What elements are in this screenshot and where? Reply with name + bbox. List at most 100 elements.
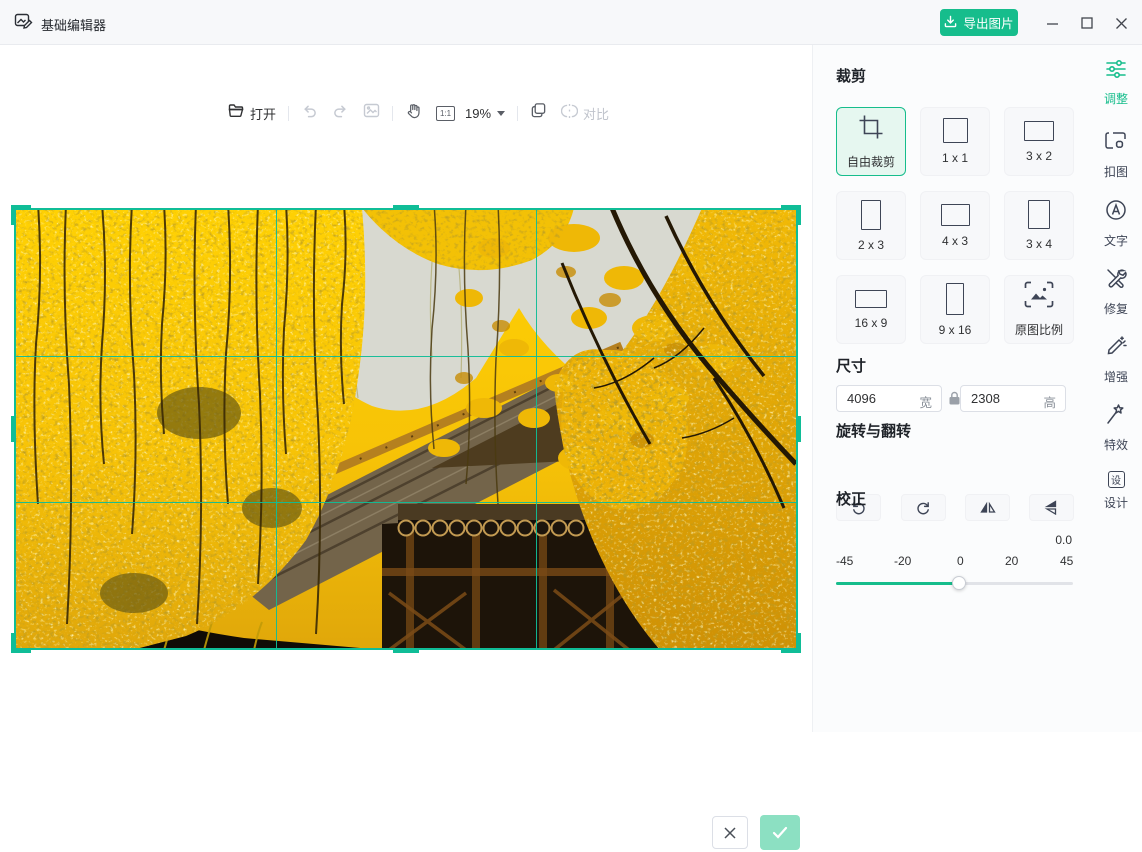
crop-grid-line <box>16 356 796 357</box>
ratio-button-2x3[interactable]: 2 x 3 <box>836 191 906 260</box>
straighten-value: 0.0 <box>1055 533 1072 547</box>
minimize-icon[interactable] <box>1040 11 1064 35</box>
width-field: 宽 <box>836 385 942 412</box>
rotate-right-button[interactable] <box>901 494 946 521</box>
image-placeholder-icon[interactable] <box>363 103 380 123</box>
landscape-ratio-icon <box>1024 121 1054 141</box>
ratio-label: 16 x 9 <box>855 316 888 330</box>
ratio-button-9x16[interactable]: 9 x 16 <box>920 275 990 344</box>
open-file-button[interactable]: 打开 <box>228 103 276 123</box>
ratio-button-original[interactable]: 原图比例 <box>1004 275 1074 344</box>
text-icon <box>1105 199 1127 226</box>
portrait-ratio-icon <box>861 200 881 230</box>
rail-item-design[interactable]: 设 设计 <box>1090 471 1142 511</box>
height-field: 高 <box>960 385 1066 412</box>
crop-confirm-bar <box>14 816 798 852</box>
tick-label: -45 <box>836 554 853 568</box>
wide-ratio-icon <box>855 290 887 308</box>
rail-item-text[interactable]: 文字 <box>1090 199 1142 249</box>
ratio-label: 3 x 2 <box>1026 149 1052 163</box>
crop-settings-panel: 裁剪 自由裁剪 1 x 1 3 x 2 2 x 3 4 x 3 3 x 4 16… <box>812 45 1090 732</box>
crop-handle-bottom-left[interactable] <box>11 633 31 653</box>
crop-handle-right[interactable] <box>796 416 801 442</box>
redo-icon[interactable] <box>332 103 349 124</box>
tool-rail: 调整 扣图 文字 修复 <box>1090 45 1142 732</box>
straighten-slider[interactable] <box>836 582 1073 585</box>
straighten-section-title: 校正 <box>836 488 866 509</box>
crop-handle-bottom-right[interactable] <box>781 633 801 653</box>
rail-label: 特效 <box>1104 436 1128 453</box>
photo-canvas[interactable] <box>14 208 798 650</box>
rail-item-adjust[interactable]: 调整 <box>1090 59 1142 107</box>
toolbar-separator <box>392 106 393 121</box>
original-ratio-icon <box>1024 281 1054 313</box>
tick-label: 20 <box>1005 554 1018 568</box>
cutout-icon <box>1105 131 1127 157</box>
slider-handle[interactable] <box>952 576 966 590</box>
hand-pan-icon[interactable] <box>405 102 422 124</box>
crop-grid-line <box>276 210 277 648</box>
maximize-icon[interactable] <box>1075 11 1099 35</box>
app-title: 基础编辑器 <box>41 15 106 34</box>
zoom-level-dropdown[interactable]: 19% <box>465 106 505 121</box>
free-crop-icon <box>858 114 884 145</box>
flip-vertical-button[interactable] <box>1029 494 1074 521</box>
undo-icon[interactable] <box>301 103 318 124</box>
app-identity: 基础编辑器 <box>14 12 106 36</box>
duplicate-view-icon[interactable] <box>530 102 547 124</box>
ratio-button-16x9[interactable]: 16 x 9 <box>836 275 906 344</box>
ratio-label: 原图比例 <box>1015 321 1063 338</box>
ratio-button-1x1[interactable]: 1 x 1 <box>920 107 990 176</box>
crop-grid-line <box>536 210 537 648</box>
ratio-button-4x3[interactable]: 4 x 3 <box>920 191 990 260</box>
crop-handle-top[interactable] <box>393 205 419 210</box>
ratio-label: 1 x 1 <box>942 151 968 165</box>
rail-item-repair[interactable]: 修复 <box>1090 267 1142 317</box>
download-icon <box>944 15 957 31</box>
ratio-button-free-crop[interactable]: 自由裁剪 <box>836 107 906 176</box>
crop-handle-bottom[interactable] <box>393 648 419 653</box>
rail-label: 增强 <box>1104 368 1128 385</box>
tick-label: 0 <box>957 554 964 568</box>
width-suffix: 宽 <box>919 392 932 411</box>
height-input[interactable] <box>961 386 1031 411</box>
tick-label: -20 <box>894 554 911 568</box>
ratio-label: 4 x 3 <box>942 234 968 248</box>
crop-handle-top-left[interactable] <box>11 205 31 225</box>
zoom-level-value: 19% <box>465 106 491 121</box>
toolbar-separator <box>517 106 518 121</box>
compare-label: 对比 <box>583 104 609 123</box>
rail-item-enhance[interactable]: 增强 <box>1090 335 1142 385</box>
width-input[interactable] <box>837 386 907 411</box>
rail-label: 修复 <box>1104 300 1128 317</box>
flip-horizontal-button[interactable] <box>965 494 1010 521</box>
crop-cancel-button[interactable] <box>712 816 748 849</box>
export-image-button[interactable]: 导出图片 <box>940 9 1018 36</box>
close-icon[interactable] <box>1109 11 1133 35</box>
crop-handle-left[interactable] <box>11 416 16 442</box>
actual-size-icon[interactable]: 1:1 <box>436 106 455 121</box>
rail-item-effects[interactable]: 特效 <box>1090 403 1142 453</box>
slider-fill <box>836 582 959 585</box>
editor-canvas: 打开 1:1 19% <box>0 45 812 732</box>
magic-pen-icon <box>1105 335 1127 362</box>
crop-handle-top-right[interactable] <box>781 205 801 225</box>
rail-label: 扣图 <box>1104 163 1128 180</box>
ratio-label: 3 x 4 <box>1026 237 1052 251</box>
crop-frame[interactable] <box>14 208 798 650</box>
split-compare-icon[interactable] <box>561 103 578 124</box>
ratio-button-3x2[interactable]: 3 x 2 <box>1004 107 1074 176</box>
magic-wand-icon <box>1105 403 1127 430</box>
ratio-button-3x4[interactable]: 3 x 4 <box>1004 191 1074 260</box>
size-section-title: 尺寸 <box>836 355 866 376</box>
crop-grid-line <box>16 502 796 503</box>
square-ratio-icon <box>943 118 968 143</box>
rail-item-cutout[interactable]: 扣图 <box>1090 131 1142 180</box>
app-logo-icon <box>14 12 33 36</box>
tools-icon <box>1105 267 1127 294</box>
tick-label: 45 <box>1060 554 1073 568</box>
rotate-section-title: 旋转与翻转 <box>836 420 911 441</box>
design-icon: 设 <box>1108 471 1125 488</box>
crop-apply-button[interactable] <box>760 815 800 850</box>
height-suffix: 高 <box>1043 392 1056 411</box>
